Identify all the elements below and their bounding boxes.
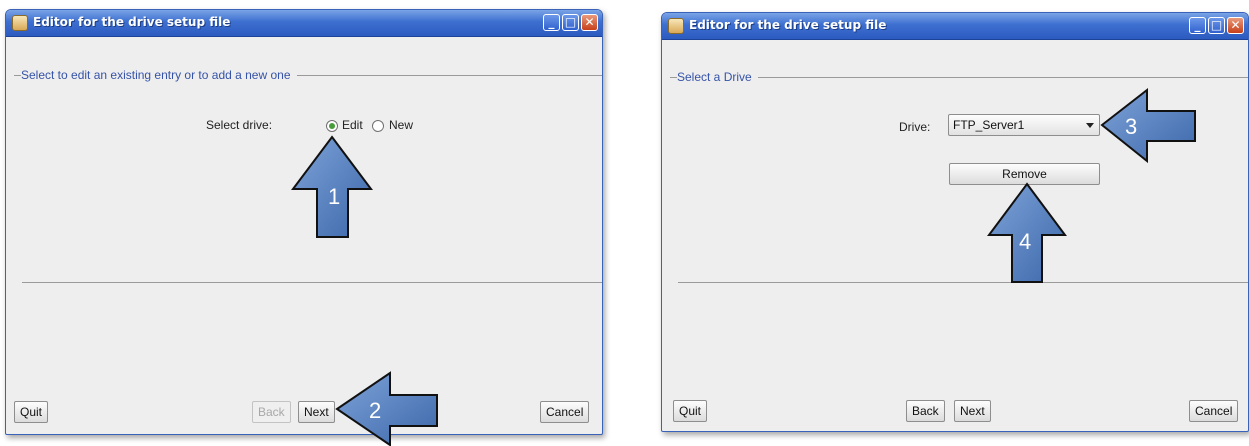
drive-select[interactable]: FTP_Server1 <box>948 114 1100 136</box>
callout-arrow-1: 1 <box>291 135 373 238</box>
radio-new[interactable] <box>372 120 384 132</box>
drive-label: Drive: <box>899 120 931 134</box>
minimize-icon[interactable]: _ <box>1189 17 1206 34</box>
window-title: Editor for the drive setup file <box>689 18 887 32</box>
right-window: Editor for the drive setup file _ □ ✕ Se… <box>661 12 1249 432</box>
maximize-icon[interactable]: □ <box>562 14 579 31</box>
minimize-icon[interactable]: _ <box>543 14 560 31</box>
chevron-down-icon <box>1086 123 1094 128</box>
close-icon[interactable]: ✕ <box>581 14 598 31</box>
app-icon <box>12 15 28 31</box>
title-bar[interactable]: Editor for the drive setup file _ □ ✕ <box>662 13 1248 40</box>
radio-new-label[interactable]: New <box>389 118 413 132</box>
radio-edit[interactable] <box>326 120 338 132</box>
back-button[interactable]: Back <box>906 400 945 422</box>
callout-number: 3 <box>1125 114 1137 139</box>
back-button[interactable]: Back <box>252 401 291 423</box>
select-drive-label: Select drive: <box>206 118 273 132</box>
footer-divider <box>678 282 1248 283</box>
cancel-button[interactable]: Cancel <box>1189 400 1239 422</box>
drive-select-value: FTP_Server1 <box>953 118 1025 132</box>
app-icon <box>668 18 684 34</box>
section-label: Select a Drive <box>677 70 758 84</box>
next-button[interactable]: Next <box>298 401 335 423</box>
callout-arrow-3: 3 <box>1100 87 1196 163</box>
title-bar[interactable]: Editor for the drive setup file _ □ ✕ <box>6 10 602 37</box>
maximize-icon[interactable]: □ <box>1208 17 1225 34</box>
quit-button[interactable]: Quit <box>673 400 708 422</box>
callout-number: 4 <box>1019 229 1031 254</box>
section-label: Select to edit an existing entry or to a… <box>21 68 297 82</box>
callout-arrow-2: 2 <box>335 371 438 446</box>
quit-button[interactable]: Quit <box>14 401 49 423</box>
footer-divider <box>22 282 602 283</box>
next-button[interactable]: Next <box>954 400 991 422</box>
callout-number: 2 <box>369 398 381 423</box>
cancel-button[interactable]: Cancel <box>540 401 590 423</box>
close-icon[interactable]: ✕ <box>1227 17 1244 34</box>
window-title: Editor for the drive setup file <box>33 15 231 29</box>
callout-arrow-4: 4 <box>987 182 1067 283</box>
callout-number: 1 <box>328 184 340 209</box>
radio-edit-label[interactable]: Edit <box>342 118 363 132</box>
